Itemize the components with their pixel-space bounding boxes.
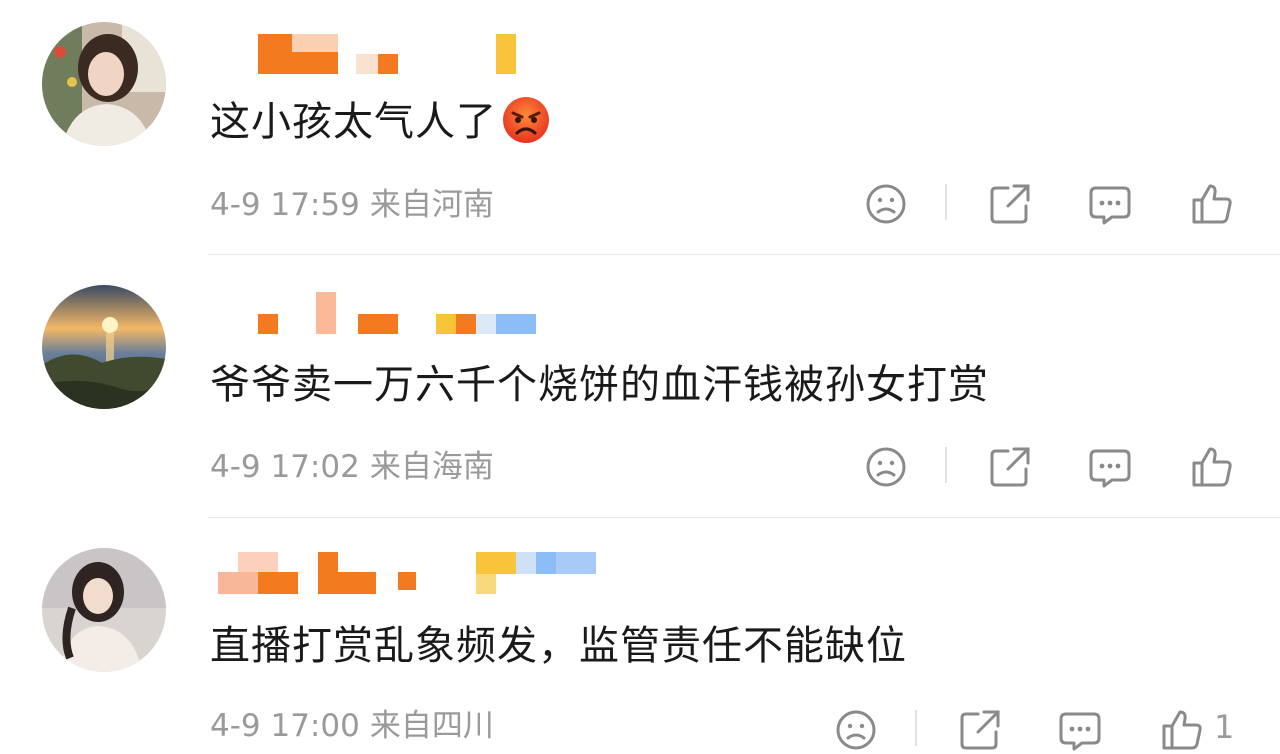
divider bbox=[945, 447, 947, 483]
reply-button[interactable] bbox=[1056, 706, 1104, 754]
share-icon bbox=[990, 184, 1030, 224]
dislike-button[interactable] bbox=[832, 706, 880, 754]
comment-icon bbox=[1059, 712, 1101, 751]
thumbs-up-icon bbox=[1162, 710, 1202, 750]
username-mosaic[interactable] bbox=[208, 34, 608, 78]
comment-actions bbox=[860, 443, 1260, 491]
avatar[interactable] bbox=[42, 285, 166, 409]
comment-text: 直播打赏乱象频发，监管责任不能缺位 bbox=[210, 623, 907, 669]
comment-date: 4-9 17:59 bbox=[210, 187, 360, 223]
share-icon bbox=[960, 710, 1000, 750]
comment-icon bbox=[1089, 186, 1131, 225]
comment-icon bbox=[1089, 449, 1131, 488]
comment-meta: 4-9 17:00 来自四川 bbox=[210, 706, 494, 746]
comment-location: 来自海南 bbox=[369, 449, 494, 485]
thumbs-up-icon bbox=[1192, 184, 1232, 224]
comment-text: 这小孩太气人了 bbox=[210, 95, 551, 149]
divider bbox=[915, 710, 917, 746]
comment-actions: 1 bbox=[830, 706, 1234, 754]
share-icon bbox=[990, 447, 1030, 487]
thumbs-up-icon bbox=[1192, 447, 1232, 487]
username-mosaic[interactable] bbox=[208, 552, 608, 596]
sad-face-icon bbox=[836, 710, 876, 750]
avatar[interactable] bbox=[42, 548, 166, 672]
comment-meta: 4-9 17:59 来自河南 bbox=[210, 185, 494, 225]
share-button[interactable] bbox=[986, 443, 1034, 491]
comment-date: 4-9 17:00 bbox=[210, 708, 360, 744]
reply-button[interactable] bbox=[1086, 443, 1134, 491]
comment-item: 爷爷卖一万六千个烧饼的血汗钱被孙女打赏 4-9 17:02 来自海南 bbox=[0, 255, 1280, 518]
comment-date: 4-9 17:02 bbox=[210, 449, 360, 485]
divider bbox=[945, 184, 947, 220]
comment-actions bbox=[860, 180, 1260, 228]
like-button[interactable] bbox=[1158, 706, 1206, 754]
share-button[interactable] bbox=[986, 180, 1034, 228]
comment-text: 爷爷卖一万六千个烧饼的血汗钱被孙女打赏 bbox=[210, 362, 989, 408]
dislike-button[interactable] bbox=[862, 180, 910, 228]
reply-button[interactable] bbox=[1086, 180, 1134, 228]
avatar[interactable] bbox=[42, 22, 166, 146]
like-count: 1 bbox=[1214, 708, 1235, 746]
angry-face-icon bbox=[501, 95, 551, 145]
comment-meta: 4-9 17:02 来自海南 bbox=[210, 447, 494, 487]
like-button[interactable] bbox=[1188, 443, 1236, 491]
dislike-button[interactable] bbox=[862, 443, 910, 491]
comment-item: 这小孩太气人了 4-9 17:59 来自河南 bbox=[0, 0, 1280, 255]
sad-face-icon bbox=[866, 184, 906, 224]
username-mosaic[interactable] bbox=[208, 292, 608, 336]
sad-face-icon bbox=[866, 447, 906, 487]
share-button[interactable] bbox=[956, 706, 1004, 754]
comment-location: 来自河南 bbox=[369, 187, 494, 223]
comment-item: 直播打赏乱象频发，监管责任不能缺位 4-9 17:00 来自四川 1 bbox=[0, 518, 1280, 751]
like-button[interactable] bbox=[1188, 180, 1236, 228]
comment-location: 来自四川 bbox=[369, 708, 494, 744]
